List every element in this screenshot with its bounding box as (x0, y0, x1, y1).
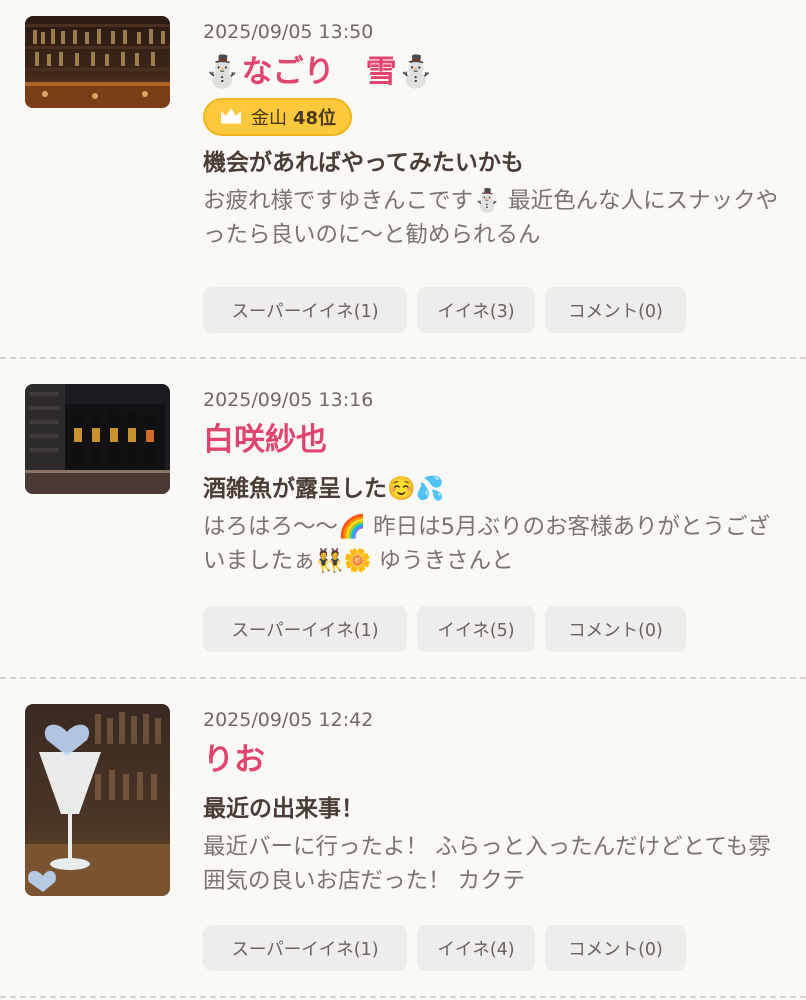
post-divider (0, 357, 806, 359)
rank-store: 金山 (251, 108, 287, 129)
post-timestamp: 2025/09/05 13:50 (203, 21, 374, 43)
author-name[interactable]: りお (203, 740, 786, 780)
post-title[interactable]: 酒雑魚が露呈した☺️💦 (203, 474, 786, 504)
post-card[interactable]: 2025/09/05 12:42 りお 最近の出来事！ 最近バーに行ったよ！ ふ… (0, 680, 806, 996)
author-name[interactable]: ⛄なごり 雪⛄ (203, 52, 786, 92)
post-divider (0, 996, 806, 998)
post-excerpt: 最近バーに行ったよ！ ふらっと入ったんだけどとても雰囲気の良いお店だった！ カク… (203, 834, 771, 894)
like-button[interactable]: イイネ(3) (417, 287, 535, 333)
post-title[interactable]: 最近の出来事！ (203, 794, 786, 824)
bottles-image (25, 384, 170, 494)
post-title[interactable]: 機会があればやってみたいかも (203, 148, 786, 178)
post-thumbnail[interactable] (25, 16, 170, 108)
super-like-button[interactable]: スーパーイイネ(1) (203, 606, 407, 652)
blog-feed: 2025/09/05 13:50 ⛄なごり 雪⛄ 金山 48位 機会があればやっ… (0, 0, 806, 1000)
post-excerpt: はろはろ〜〜🌈 昨日は5月ぶりのお客様ありがとうございましたぁ👯🌼 ゆうきさんと (203, 514, 770, 574)
post-thumbnail[interactable] (25, 704, 170, 896)
author-name[interactable]: 白咲紗也 (203, 420, 786, 460)
super-like-button[interactable]: スーパーイイネ(1) (203, 925, 407, 971)
post-actions: スーパーイイネ(1) イイネ(3) コメント(0) (203, 287, 686, 333)
post-thumbnail[interactable] (25, 384, 170, 494)
post-divider (0, 677, 806, 679)
like-button[interactable]: イイネ(5) (417, 606, 535, 652)
comment-button[interactable]: コメント(0) (545, 925, 686, 971)
comment-button[interactable]: コメント(0) (545, 606, 686, 652)
post-card[interactable]: 2025/09/05 13:50 ⛄なごり 雪⛄ 金山 48位 機会があればやっ… (0, 0, 806, 358)
super-like-button[interactable]: スーパーイイネ(1) (203, 287, 407, 333)
post-timestamp: 2025/09/05 12:42 (203, 709, 374, 731)
like-button[interactable]: イイネ(4) (417, 925, 535, 971)
crown-icon (219, 106, 243, 129)
post-actions: スーパーイイネ(1) イイネ(4) コメント(0) (203, 925, 686, 971)
post-actions: スーパーイイネ(1) イイネ(5) コメント(0) (203, 606, 686, 652)
post-timestamp: 2025/09/05 13:16 (203, 389, 374, 411)
cocktail-image (25, 704, 170, 896)
rank-badge[interactable]: 金山 48位 (203, 98, 353, 136)
post-card[interactable]: 2025/09/05 13:16 白咲紗也 酒雑魚が露呈した☺️💦 はろはろ〜〜… (0, 360, 806, 677)
post-excerpt: お疲れ様ですゆきんこです⛄ 最近色んな人にスナックやったら良いのに〜と勧められる… (203, 188, 779, 248)
bar-interior-image (25, 16, 170, 108)
rank-position: 48位 (293, 108, 337, 129)
comment-button[interactable]: コメント(0) (545, 287, 686, 333)
